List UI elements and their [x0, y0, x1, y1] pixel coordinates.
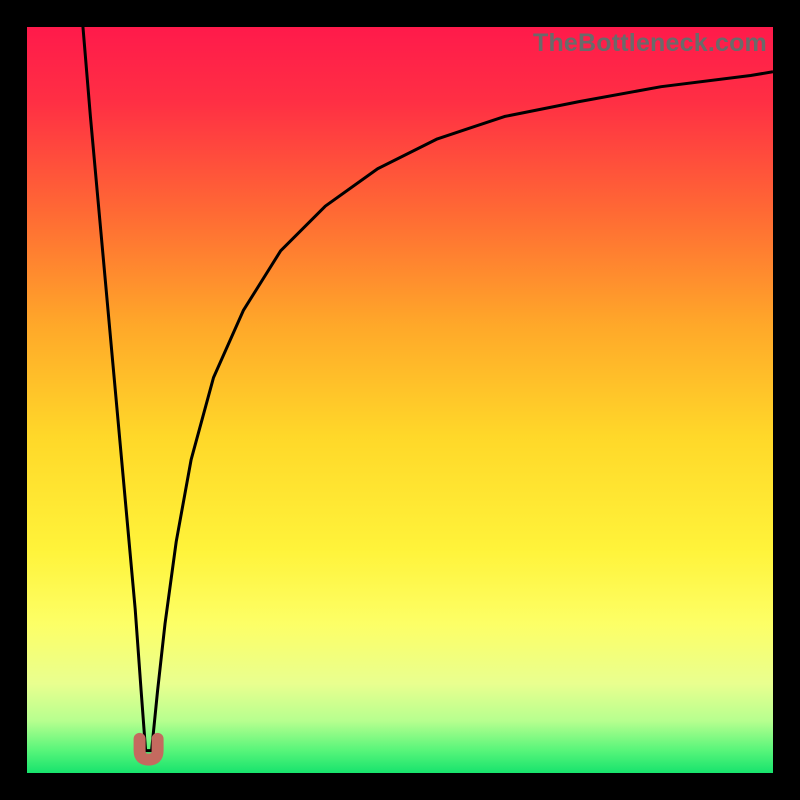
chart-svg [27, 27, 773, 773]
chart-frame: TheBottleneck.com [0, 0, 800, 800]
plot-area: TheBottleneck.com [27, 27, 773, 773]
watermark-text: TheBottleneck.com [533, 29, 767, 58]
